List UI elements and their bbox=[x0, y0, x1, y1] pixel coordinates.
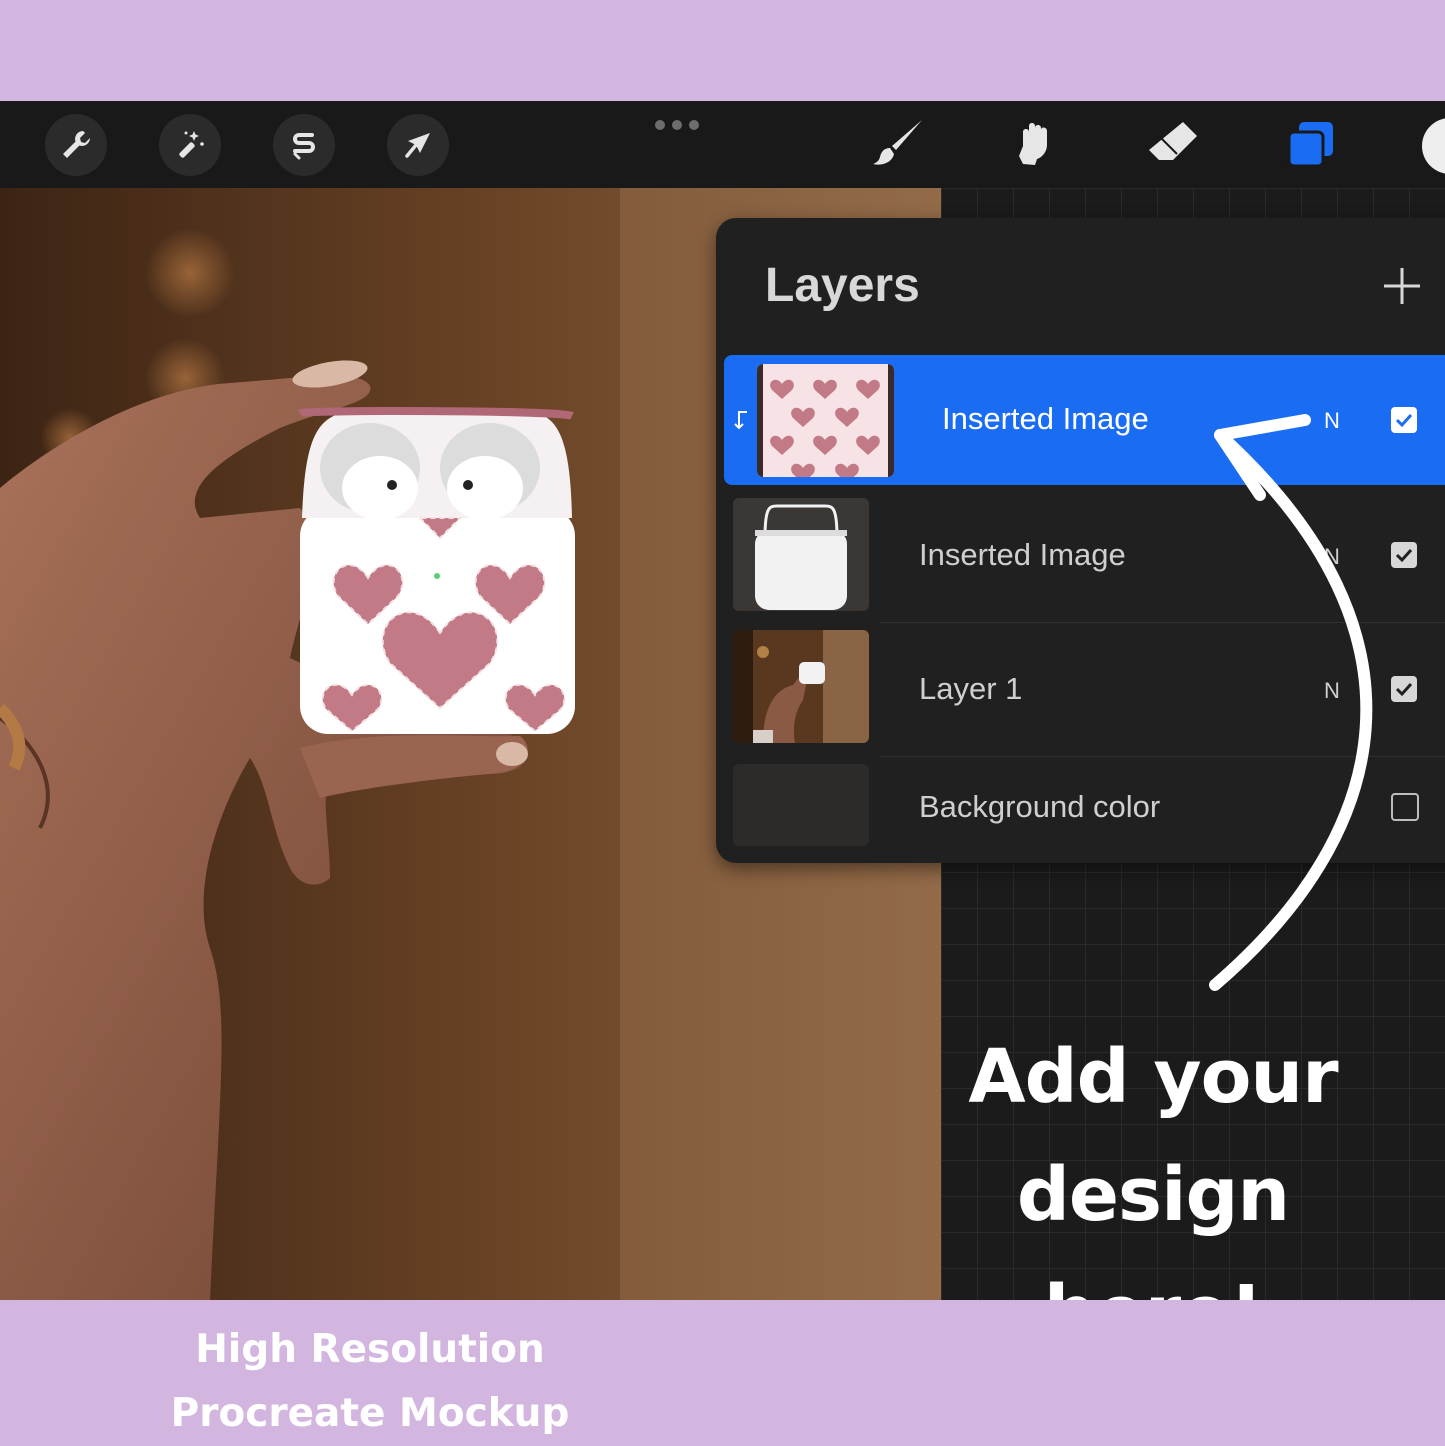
smudge-button[interactable] bbox=[1003, 112, 1067, 176]
layer-thumbnail-background bbox=[733, 764, 869, 846]
layer-thumbnail-heart-pattern bbox=[757, 364, 894, 477]
layers-icon bbox=[1287, 122, 1333, 168]
callout-line-1: Add your bbox=[968, 1034, 1338, 1120]
layers-panel-title: Layers bbox=[765, 259, 920, 312]
layer-name: Background color bbox=[919, 789, 1161, 824]
actions-button[interactable] bbox=[45, 114, 107, 176]
eraser-button[interactable] bbox=[1141, 112, 1205, 176]
brush-icon bbox=[873, 120, 922, 165]
top-purple-band bbox=[0, 0, 1445, 101]
transform-arrow-icon bbox=[405, 133, 430, 158]
wrench-icon bbox=[63, 131, 90, 158]
footer-line-2: Procreate Mockup bbox=[170, 1391, 570, 1436]
footer-caption: High Resolution Procreate Mockup bbox=[120, 1318, 620, 1446]
smudge-icon bbox=[1019, 123, 1047, 165]
transform-button[interactable] bbox=[387, 114, 449, 176]
layer-thumbnail-case bbox=[733, 498, 869, 611]
more-options-dots[interactable] bbox=[655, 120, 699, 130]
clipping-mask-icon bbox=[734, 411, 747, 430]
footer-line-1: High Resolution bbox=[195, 1327, 545, 1372]
selection-s-icon bbox=[293, 133, 315, 160]
curved-arrow-icon bbox=[1209, 414, 1373, 991]
layer-name: Layer 1 bbox=[919, 671, 1023, 706]
brush-button[interactable] bbox=[866, 112, 930, 176]
layer-thumbnail-photo bbox=[733, 630, 869, 743]
magic-wand-icon bbox=[179, 131, 204, 158]
layers-button[interactable] bbox=[1279, 112, 1343, 176]
layer-name: Inserted Image bbox=[919, 537, 1126, 572]
adjustments-button[interactable] bbox=[159, 114, 221, 176]
selection-button[interactable] bbox=[273, 114, 335, 176]
add-layer-icon[interactable] bbox=[1380, 264, 1424, 308]
eraser-icon bbox=[1149, 122, 1197, 160]
layer-name: Inserted Image bbox=[942, 401, 1149, 436]
